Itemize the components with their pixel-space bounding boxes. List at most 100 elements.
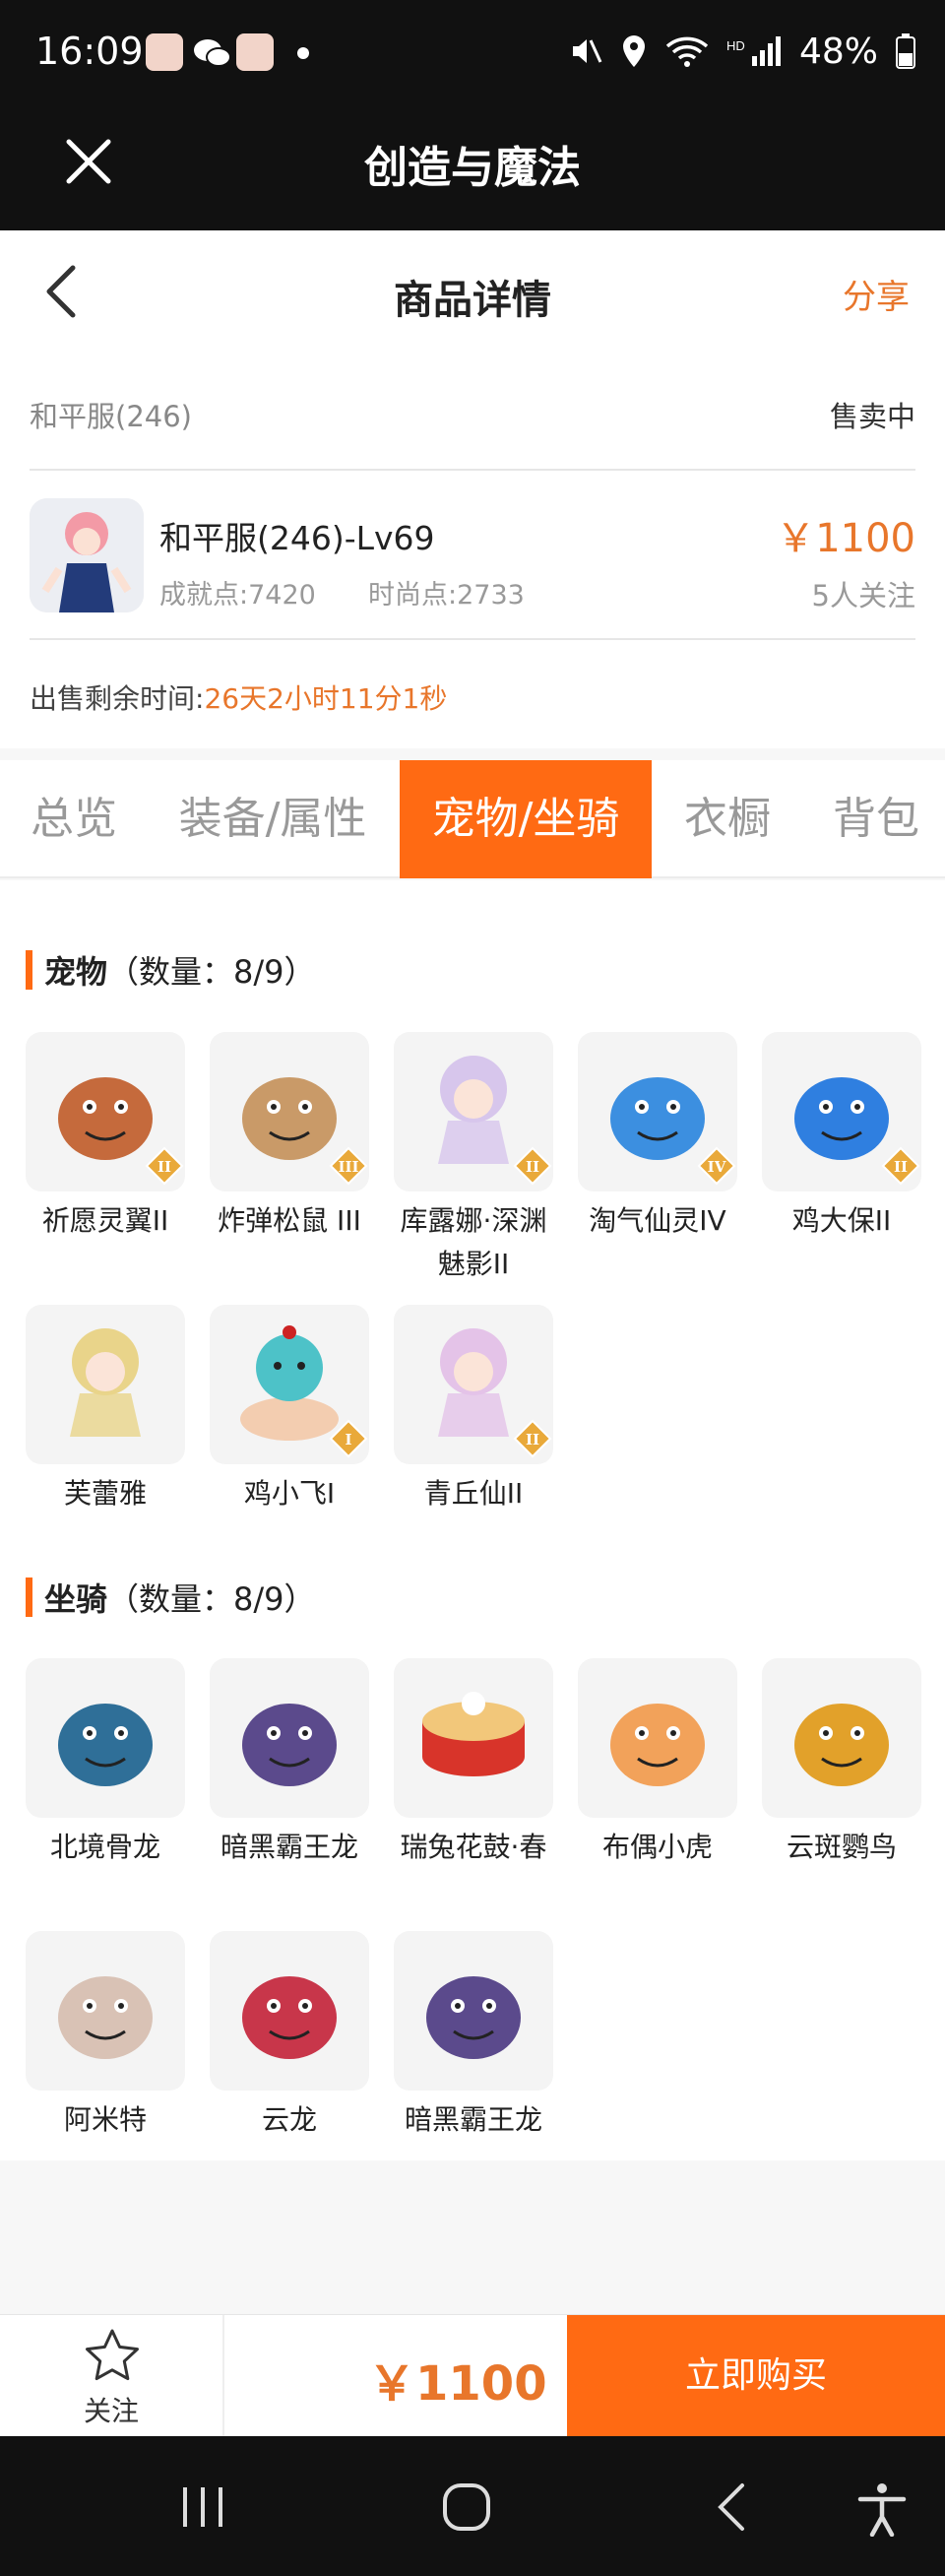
pet-name: 库露娜·深渊魅影II (400, 1204, 547, 1280)
cloud-dragon-mount-icon (210, 1931, 369, 2091)
blue-bird-pet-icon: II (762, 1032, 921, 1191)
follow-button[interactable]: 关注 (0, 2315, 224, 2437)
pets-section-title: 宠物 （数量：8/9） (26, 947, 316, 993)
buy-now-button[interactable]: 立即购买 (567, 2315, 945, 2437)
mount-name: 云龙 (261, 2103, 317, 2136)
recent-apps-icon[interactable] (177, 2481, 228, 2533)
pet-item[interactable]: 芙蕾雅 (26, 1305, 185, 1515)
pet-item[interactable]: II 祈愿灵翼II (26, 1032, 185, 1243)
dark-trex-mount-icon (210, 1658, 369, 1818)
rank-badge-icon: III (308, 1132, 368, 1186)
character-name: 和平服(246)-Lv69 (159, 519, 435, 557)
battery-percent: 48% (798, 31, 878, 72)
tab-backpack[interactable]: 背包 (807, 760, 945, 878)
ammit-mount-icon (26, 1931, 185, 2091)
chick-pet-icon: I (210, 1305, 369, 1464)
status-time: 16:09 (35, 30, 144, 73)
back-nav-icon[interactable] (707, 2481, 758, 2533)
page-title: 商品详情 (394, 278, 551, 323)
wechat-notification-icon (194, 39, 231, 67)
rank-badge-icon: IV (676, 1132, 736, 1186)
status-bar: 16:09 HD 48% (0, 0, 945, 106)
battery-icon (896, 33, 915, 69)
follower-count: 5人关注 (811, 579, 915, 612)
pet-name: 淘气仙灵IV (589, 1204, 726, 1237)
pet-name: 鸡大保II (791, 1204, 892, 1237)
category-tabs: 总览 装备/属性 宠物/坐骑 衣橱 背包 (0, 760, 945, 878)
character-avatar (30, 498, 144, 612)
mount-item[interactable]: 云龙 (210, 1931, 369, 2142)
rank-badge-icon: II (492, 1132, 552, 1186)
accessibility-icon[interactable] (856, 2481, 908, 2537)
remaining-time-value: 26天2小时11分1秒 (204, 682, 448, 715)
remaining-time-label: 出售剩余时间: (30, 682, 205, 715)
mount-name: 瑞兔花鼓·春 (400, 1831, 547, 1863)
wifi-icon (665, 36, 709, 67)
rank-badge-icon: II (124, 1132, 184, 1186)
bottom-price: ￥1100 (368, 2356, 547, 2412)
bottom-action-bar: 关注 ￥1100 立即购买 (0, 2314, 945, 2437)
follow-label: 关注 (83, 2395, 139, 2427)
home-icon[interactable] (441, 2481, 492, 2533)
parrot-mount-icon (762, 1658, 921, 1818)
achievement-points: 成就点:7420 (159, 580, 316, 611)
mount-name: 布偶小虎 (601, 1831, 713, 1863)
pet-item[interactable]: II 青丘仙II (394, 1305, 553, 1515)
mute-icon (572, 39, 602, 63)
pet-name: 青丘仙II (423, 1477, 524, 1510)
tab-pets-mounts[interactable]: 宠物/坐骑 (400, 760, 652, 878)
mount-name: 暗黑霸王龙 (404, 2103, 542, 2136)
tab-overview[interactable]: 总览 (0, 760, 148, 878)
detail-header: 商品详情 分享 (0, 230, 945, 354)
pet-item[interactable]: II 鸡大保II (762, 1032, 921, 1243)
mount-name: 云斑鹦鸟 (786, 1831, 897, 1863)
remaining-time: 出售剩余时间:26天2小时11分1秒 (30, 677, 447, 717)
mounts-section-title: 坐骑 （数量：8/9） (26, 1575, 316, 1620)
tiger-doll-mount-icon (578, 1658, 737, 1818)
section-accent-bar (26, 950, 32, 990)
freya-pet-icon (26, 1305, 185, 1464)
pet-item[interactable]: III 炸弹松鼠 III (210, 1032, 369, 1243)
mount-item[interactable]: 瑞兔花鼓·春 (394, 1658, 553, 1869)
rank-badge-label: III (338, 1158, 358, 1176)
pets-title: 宠物 (44, 953, 108, 991)
mount-name: 阿米特 (63, 2103, 147, 2136)
mount-item[interactable]: 北境骨龙 (26, 1658, 185, 1869)
fox-fairy-pet-icon: II (394, 1305, 553, 1464)
mounts-title: 坐骑 (44, 1580, 108, 1618)
bone-dragon-mount-icon (26, 1658, 185, 1818)
game-notification-icon (146, 33, 183, 71)
listing-price: ￥1100 (776, 516, 915, 561)
pet-name: 芙蕾雅 (63, 1477, 147, 1510)
kuluna-pet-icon: II (394, 1032, 553, 1191)
rank-badge-label: II (158, 1158, 171, 1176)
tab-equipment[interactable]: 装备/属性 (158, 760, 388, 878)
mount-item[interactable]: 暗黑霸王龙 (394, 1931, 553, 2142)
listing-info: 和平服(246) 售卖中 和平服(246)-Lv69 成就点:7420 时尚点:… (0, 354, 945, 748)
squirrel-pet-icon: III (210, 1032, 369, 1191)
tab-wardrobe[interactable]: 衣橱 (663, 760, 791, 878)
divider (30, 469, 915, 471)
share-button[interactable]: 分享 (843, 270, 910, 318)
mount-item[interactable]: 布偶小虎 (578, 1658, 737, 1869)
pet-item[interactable]: II 库露娜·深渊魅影II (394, 1032, 553, 1286)
pet-name: 鸡小飞I (243, 1477, 336, 1510)
fashion-points: 时尚点:2733 (368, 580, 525, 611)
rank-badge-label: II (526, 1431, 539, 1449)
mount-item[interactable]: 暗黑霸王龙 (210, 1658, 369, 1869)
rank-badge-icon: II (492, 1405, 552, 1458)
pet-item[interactable]: I 鸡小飞I (210, 1305, 369, 1515)
rank-badge-label: I (345, 1431, 351, 1449)
pet-item[interactable]: IV 淘气仙灵IV (578, 1032, 737, 1243)
mount-name: 北境骨龙 (49, 1831, 160, 1863)
pet-name: 祈愿灵翼II (41, 1204, 169, 1237)
pets-count: （数量：8/9） (107, 953, 316, 991)
mount-item[interactable]: 阿米特 (26, 1931, 185, 2142)
mount-item[interactable]: 云斑鹦鸟 (762, 1658, 921, 1869)
server-name: 和平服(246) (30, 400, 192, 433)
star-icon (86, 2329, 139, 2381)
rabbit-drum-mount-icon (394, 1658, 553, 1818)
notification-dot (297, 47, 309, 59)
blue-dog-pet-icon: IV (578, 1032, 737, 1191)
dark-trex-mount-icon (394, 1931, 553, 2091)
